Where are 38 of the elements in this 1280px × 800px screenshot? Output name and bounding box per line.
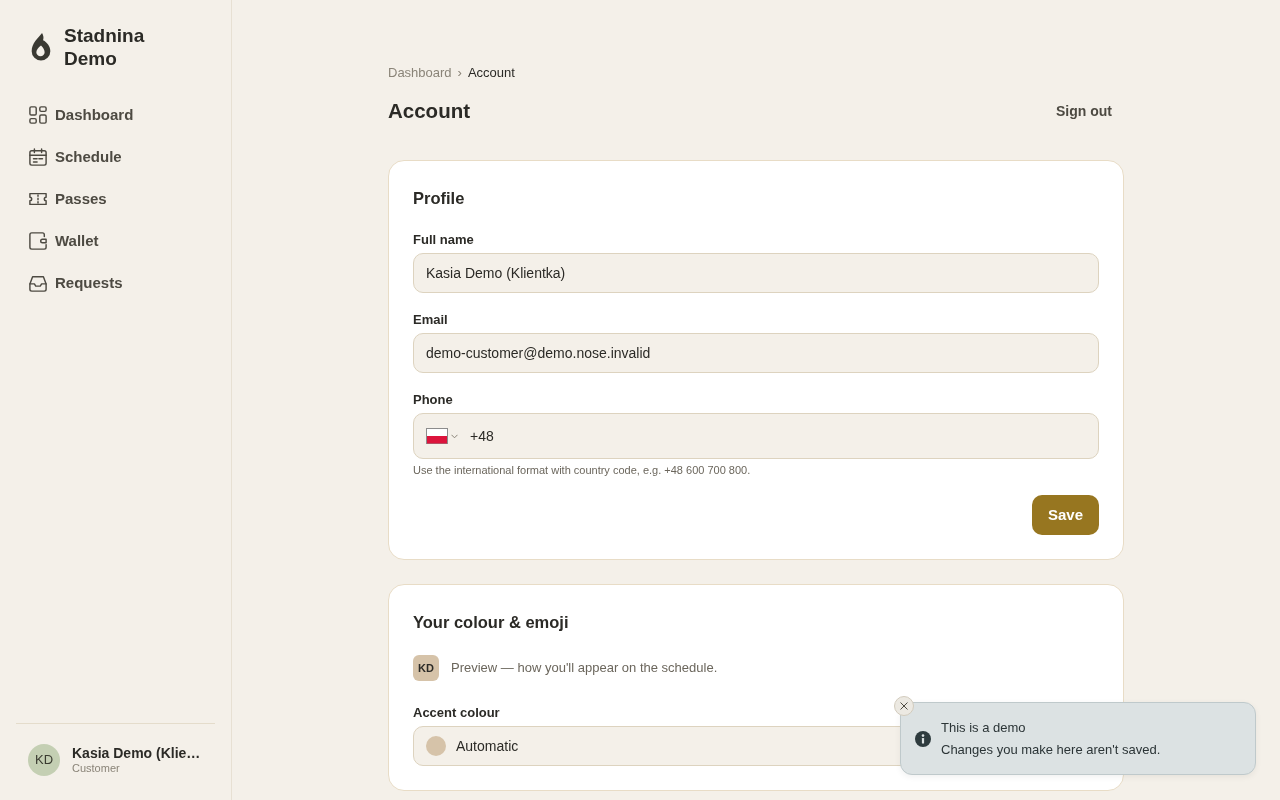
phone-input[interactable]: +48 (470, 421, 1086, 451)
field-label: Email (413, 311, 448, 329)
user-avatar: KD (28, 744, 60, 776)
nav-link[interactable]: Wallet (16, 220, 215, 262)
breadcrumb-separator: › (457, 64, 462, 82)
field-label: Phone (413, 391, 453, 409)
user-name: Kasia Demo (Klie… (72, 745, 201, 761)
phone-field[interactable]: +48 (413, 413, 1099, 459)
card-title: Your colour & emoji (413, 612, 569, 633)
flag-icon (426, 428, 448, 444)
sign-out-button[interactable]: Sign out (1044, 94, 1124, 128)
nav-link[interactable]: Requests (16, 262, 215, 304)
field-label: Accent colour (413, 704, 500, 722)
preview-text: Preview — how you'll appear on the schedule. (451, 659, 718, 678)
input-field[interactable]: Kasia Demo (Klientka) (413, 253, 1099, 293)
nav-link[interactable]: Passes (16, 178, 215, 220)
flame-logo-icon (30, 33, 52, 61)
save-button[interactable]: Save (1031, 495, 1099, 535)
country-picker[interactable] (426, 428, 458, 444)
nav-link[interactable]: Dashboard (16, 94, 215, 136)
chevron-down-icon (451, 433, 458, 439)
wallet-icon (29, 232, 47, 250)
ticket-icon (29, 190, 47, 208)
hint-text: Use the international format with country code, e.g. +48 600 700 800. (413, 463, 751, 477)
nav-link[interactable]: Schedule (16, 136, 215, 178)
close-icon (900, 702, 908, 710)
brand-name: Stadnina Demo (64, 24, 146, 70)
card-title: Profile (413, 188, 465, 209)
tray-icon (29, 274, 47, 292)
page-title: Account (388, 98, 470, 124)
input-field[interactable]: demo-customer@demo.nose.invalid (413, 333, 1099, 373)
field-label: Full name (413, 231, 474, 249)
calendar-icon (29, 148, 47, 166)
grid-icon (29, 106, 47, 124)
breadcrumb-link[interactable]: Account (467, 64, 515, 82)
info-icon (915, 730, 931, 747)
avatar-tile: KD (413, 655, 439, 681)
user-role: Customer (72, 761, 121, 775)
